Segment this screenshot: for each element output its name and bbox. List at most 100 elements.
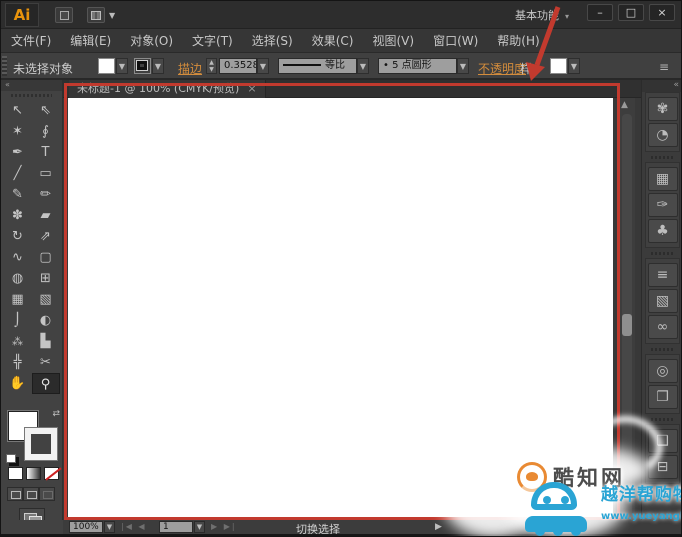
tool-line-segment[interactable]: ╱ <box>4 163 32 184</box>
style-swatch[interactable] <box>550 58 567 74</box>
app-logo[interactable]: Ai <box>5 3 39 27</box>
swap-fill-stroke-icon[interactable]: ⇄ <box>52 409 60 419</box>
stroke-weight-input[interactable]: 0.3528 <box>219 58 257 74</box>
gradient-button[interactable] <box>26 467 41 480</box>
tool-paintbrush[interactable]: ✎ <box>4 184 32 205</box>
arrange-caret-icon[interactable]: ▼ <box>109 11 115 20</box>
artboard-number-input[interactable]: 1 <box>159 521 193 533</box>
tool-type[interactable]: T <box>32 142 60 163</box>
dock-drag-handle[interactable] <box>651 154 674 160</box>
panel-graphic-styles-icon[interactable]: ❐ <box>647 385 678 409</box>
tool-shape-builder[interactable]: ◍ <box>4 268 32 289</box>
scrollbar-thumb[interactable] <box>622 314 632 336</box>
tool-gradient[interactable]: ▧ <box>32 289 60 310</box>
tool-selection[interactable]: ↖ <box>4 100 32 121</box>
profile-caret-icon[interactable]: ▼ <box>357 58 369 74</box>
menu-file[interactable]: 文件(F) <box>11 32 51 49</box>
tool-scale[interactable]: ⇗ <box>32 226 60 247</box>
tool-symbol-sprayer[interactable]: ⁂ <box>4 331 32 352</box>
tool-pen[interactable]: ✒ <box>4 142 32 163</box>
tools-drag-handle[interactable] <box>11 92 52 99</box>
fill-caret-icon[interactable]: ▼ <box>116 58 128 74</box>
panel-gradient-icon[interactable]: ▧ <box>647 289 678 313</box>
tool-mesh[interactable]: ▦ <box>4 289 32 310</box>
tool-rotate[interactable]: ↻ <box>4 226 32 247</box>
control-panel-menu-icon[interactable]: ≡ <box>659 60 669 74</box>
tool-hand[interactable]: ✋ <box>4 373 32 394</box>
artboard-first-prev-icons[interactable]: |◀ ◀ <box>121 522 147 531</box>
artboard-caret-icon[interactable]: ▼ <box>194 521 205 533</box>
panel-transparency-icon[interactable]: ∞ <box>647 315 678 339</box>
menu-help[interactable]: 帮助(H) <box>497 32 539 49</box>
panel-color-icon[interactable]: ✾ <box>647 97 678 121</box>
status-expand-icon[interactable]: ▶ <box>435 522 442 532</box>
menu-view[interactable]: 视图(V) <box>372 32 414 49</box>
tool-direct-selection[interactable]: ⇖ <box>32 100 60 121</box>
menu-window[interactable]: 窗口(W) <box>433 32 478 49</box>
tool-blend[interactable]: ◐ <box>32 310 60 331</box>
panel-brushes-icon[interactable]: ✑ <box>647 193 678 217</box>
minimize-button[interactable]: – <box>587 4 613 21</box>
panel-color-guide-icon[interactable]: ◔ <box>647 123 678 147</box>
menu-edit[interactable]: 编辑(E) <box>70 32 111 49</box>
scroll-up-icon[interactable]: ▲ <box>621 100 628 110</box>
close-button[interactable]: × <box>649 4 675 21</box>
draw-inside-button[interactable] <box>39 487 55 501</box>
brush-definition-select[interactable]: • 5 点圆形 <box>378 58 457 74</box>
draw-behind-button[interactable] <box>23 487 39 501</box>
stroke-proxy-swatch[interactable] <box>24 427 58 461</box>
dock-drag-handle[interactable] <box>651 346 674 352</box>
tool-width[interactable]: ∿ <box>4 247 32 268</box>
none-button[interactable] <box>44 467 59 480</box>
stroke-caret-icon[interactable]: ▼ <box>152 58 164 74</box>
tool-column-graph[interactable]: ▙ <box>32 331 60 352</box>
bridge-icon[interactable] <box>55 7 73 23</box>
panel-stroke-icon[interactable]: ≡ <box>647 263 678 287</box>
artboard-next-last-icons[interactable]: ▶ ▶| <box>211 522 237 531</box>
tool-eyedropper[interactable]: ⌡ <box>4 310 32 331</box>
brush-caret-icon[interactable]: ▼ <box>457 58 469 74</box>
tool-lasso[interactable]: ∮ <box>32 121 60 142</box>
workspace-switcher[interactable]: 基本功能 ▾ <box>515 7 569 23</box>
zoom-caret-icon[interactable]: ▼ <box>104 521 115 533</box>
dock-drag-handle[interactable] <box>651 250 674 256</box>
menu-type[interactable]: 文字(T) <box>192 32 233 49</box>
arrange-documents-icon[interactable] <box>87 7 105 23</box>
panel-symbols-icon[interactable]: ♣ <box>647 219 678 243</box>
tool-eraser[interactable]: ▰ <box>32 205 60 226</box>
style-caret-icon[interactable]: ▼ <box>568 58 580 74</box>
tools-collapse-icon[interactable]: « <box>1 80 62 91</box>
tool-perspective-grid[interactable]: ⊞ <box>32 268 60 289</box>
tool-rectangle[interactable]: ▭ <box>32 163 60 184</box>
maximize-button[interactable]: □ <box>618 4 644 21</box>
opacity-panel-link[interactable]: 不透明度 <box>478 60 526 77</box>
stroke-weight-stepper[interactable]: ▲ ▼ <box>206 58 217 74</box>
width-profile-select[interactable]: 等比 <box>278 58 357 74</box>
stroke-color-swatch[interactable] <box>134 58 151 74</box>
menu-select[interactable]: 选择(S) <box>252 32 293 49</box>
stroke-weight-caret-icon[interactable]: ▼ <box>257 58 269 74</box>
panel-swatches-icon[interactable]: ▦ <box>647 167 678 191</box>
tool-magic-wand[interactable]: ✶ <box>4 121 32 142</box>
dock-expand-icon[interactable]: « <box>642 80 681 92</box>
zoom-level-input[interactable]: 100% <box>69 521 103 533</box>
tool-zoom[interactable]: ⚲ <box>31 373 60 394</box>
document-tab[interactable]: 未标题-1 @ 100% (CMYK/预览) × <box>69 80 266 98</box>
menu-effect[interactable]: 效果(C) <box>312 32 354 49</box>
fill-color-swatch[interactable] <box>98 58 115 74</box>
tool-pencil[interactable]: ✏ <box>32 184 60 205</box>
color-button[interactable] <box>8 467 23 480</box>
default-fill-stroke-icon[interactable] <box>6 454 16 463</box>
step-down-icon[interactable]: ▼ <box>209 66 214 73</box>
tool-slice[interactable]: ✂ <box>32 352 60 373</box>
tool-free-transform[interactable]: ▢ <box>32 247 60 268</box>
menu-object[interactable]: 对象(O) <box>130 32 173 49</box>
tool-blob-brush[interactable]: ✽ <box>4 205 32 226</box>
tab-close-icon[interactable]: × <box>247 82 256 95</box>
panel-appearance-icon[interactable]: ◎ <box>647 359 678 383</box>
draw-normal-button[interactable] <box>7 487 23 501</box>
stroke-panel-link[interactable]: 描边 <box>178 60 202 77</box>
tool-artboard[interactable]: ╬ <box>4 352 32 373</box>
step-up-icon[interactable]: ▲ <box>209 59 214 66</box>
grip-icon[interactable] <box>2 56 7 76</box>
